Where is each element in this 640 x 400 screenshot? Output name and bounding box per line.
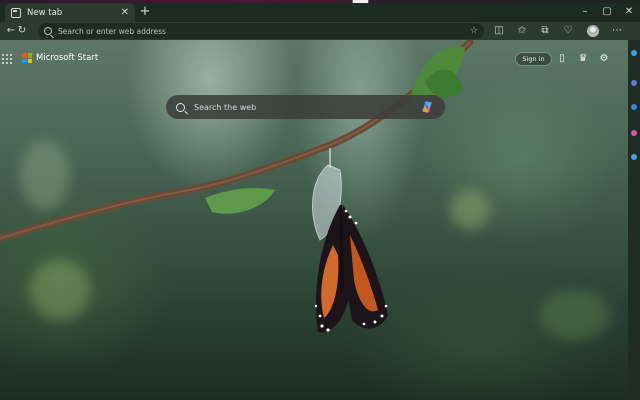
address-bar[interactable]: ☆	[38, 23, 484, 39]
copilot-icon[interactable]	[419, 99, 435, 115]
star-icon[interactable]: ☆	[470, 26, 478, 36]
sidebar-app-icon[interactable]	[631, 104, 637, 110]
more-icon[interactable]: ⋯	[610, 24, 624, 38]
mobile-icon[interactable]: ▯	[556, 52, 568, 66]
collections-icon[interactable]: ⧉	[538, 24, 552, 38]
microsoft-logo-icon	[22, 53, 32, 63]
rewards-icon[interactable]: ♛	[577, 52, 589, 66]
apps-grid-icon[interactable]	[2, 54, 12, 64]
window-controls: – ▢ ✕	[574, 3, 640, 22]
new-tab-page: Microsoft Start Sign in ▯ ♛ ⚙	[0, 40, 628, 400]
microsoft-start-logo[interactable]: Microsoft Start	[22, 53, 98, 63]
search-icon	[176, 102, 185, 112]
tab-strip: New tab ✕ + – ▢ ✕	[0, 0, 640, 22]
maximize-button[interactable]: ▢	[596, 3, 618, 22]
sidebar-app-icon[interactable]	[631, 130, 637, 136]
leaf-bud	[205, 187, 275, 214]
search-icon	[44, 27, 52, 35]
sidebar-app-icon[interactable]	[631, 154, 637, 160]
new-tab-button[interactable]: +	[138, 4, 152, 20]
browser-toolbar: ← ↻ ☆ ◫ ✩ ⧉ ♡ ⋯	[0, 22, 640, 40]
tab-new-tab[interactable]: New tab ✕	[5, 3, 135, 22]
sidebar-app-icon[interactable]	[631, 80, 637, 86]
sign-in-button[interactable]: Sign in	[515, 52, 552, 66]
edge-sidebar	[628, 40, 640, 400]
profile-avatar[interactable]	[587, 25, 599, 37]
close-window-button[interactable]: ✕	[618, 3, 640, 22]
web-search-box[interactable]	[166, 95, 445, 119]
brand-label: Microsoft Start	[36, 53, 99, 63]
refresh-icon[interactable]: ↻	[15, 24, 29, 38]
split-screen-icon[interactable]: ◫	[492, 24, 506, 38]
settings-icon[interactable]: ⚙	[598, 52, 610, 66]
web-search-input[interactable]	[194, 102, 410, 112]
minimize-button[interactable]: –	[574, 3, 596, 22]
favorites-icon[interactable]: ✩	[515, 24, 529, 38]
tab-title: New tab	[27, 7, 63, 18]
tab-page-icon	[11, 7, 21, 18]
browser-essentials-icon[interactable]: ♡	[561, 24, 575, 38]
wallpaper-scene	[0, 40, 474, 333]
browser-window: New tab ✕ + – ▢ ✕ ← ↻ ☆ ◫ ✩ ⧉ ♡ ⋯	[0, 0, 640, 400]
address-input[interactable]	[58, 26, 464, 36]
sidebar-app-icon[interactable]	[631, 50, 637, 56]
tab-close-icon[interactable]: ✕	[121, 7, 129, 18]
